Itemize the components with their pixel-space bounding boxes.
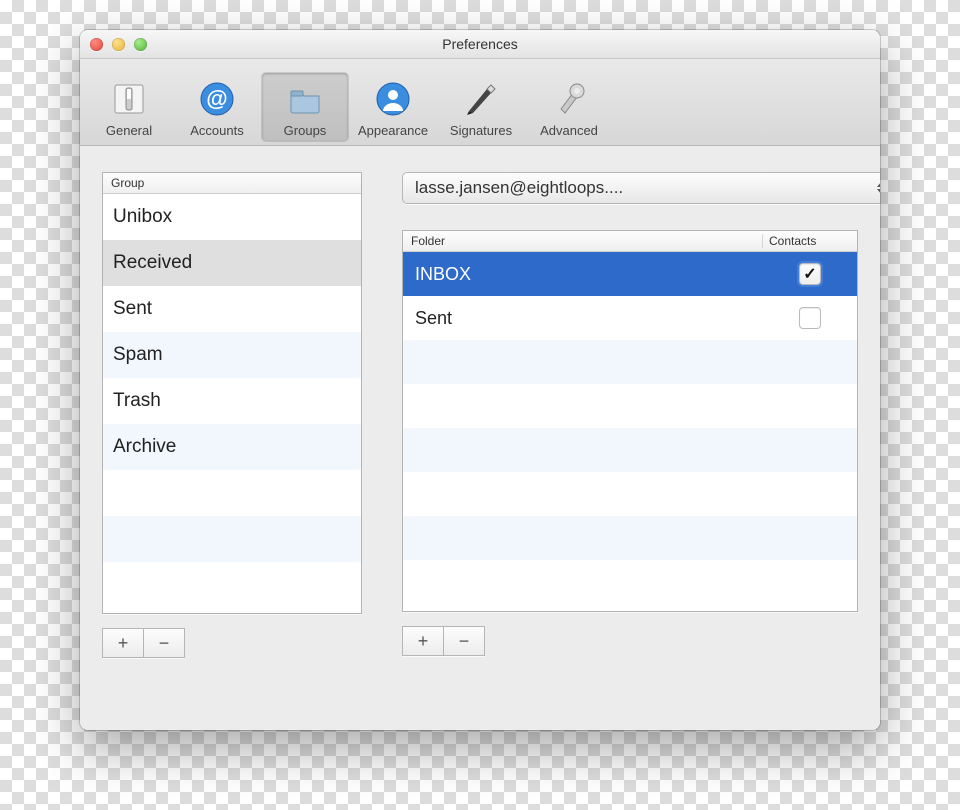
group-name: Trash xyxy=(113,390,161,412)
preferences-window: Preferences General @ Accounts Groups xyxy=(80,30,880,730)
toolbar-item-label: General xyxy=(106,123,152,138)
folder-name: INBOX xyxy=(415,264,775,285)
toolbar-item-label: Accounts xyxy=(190,123,243,138)
toolbar-item-signatures[interactable]: Signatures xyxy=(438,73,524,141)
contacts-header-label: Contacts xyxy=(762,234,849,248)
group-row[interactable]: Unibox xyxy=(103,194,361,240)
group-list-header: Group xyxy=(103,173,361,194)
folder-row[interactable]: Sent xyxy=(403,296,857,340)
groups-icon xyxy=(285,77,325,121)
zoom-window-button[interactable] xyxy=(134,38,147,51)
window-controls xyxy=(80,38,147,51)
group-row[interactable]: Trash xyxy=(103,378,361,424)
folder-row-empty xyxy=(403,428,857,472)
group-name: Spam xyxy=(113,344,163,366)
group-row[interactable]: Archive xyxy=(103,424,361,470)
toolbar-item-label: Appearance xyxy=(358,123,428,138)
accounts-icon: @ xyxy=(197,77,237,121)
toolbar-item-appearance[interactable]: Appearance xyxy=(350,73,436,141)
toolbar-item-general[interactable]: General xyxy=(86,73,172,141)
group-row[interactable]: Spam xyxy=(103,332,361,378)
contacts-checkbox[interactable] xyxy=(799,307,821,329)
account-select[interactable]: lasse.jansen@eightloops.... xyxy=(402,172,880,204)
remove-group-button[interactable]: − xyxy=(144,628,185,658)
account-select-value: lasse.jansen@eightloops.... xyxy=(415,178,623,198)
folder-row-empty xyxy=(403,384,857,428)
close-window-button[interactable] xyxy=(90,38,103,51)
folder-table: Folder Contacts INBOX Sent xyxy=(402,230,858,612)
toolbar-item-label: Groups xyxy=(284,123,327,138)
toolbar-item-advanced[interactable]: Advanced xyxy=(526,73,612,141)
add-folder-button[interactable]: + xyxy=(402,626,444,656)
toolbar-item-groups[interactable]: Groups xyxy=(262,73,348,141)
add-group-button[interactable]: + xyxy=(102,628,144,658)
appearance-icon xyxy=(373,77,413,121)
folder-header-label: Folder xyxy=(411,234,762,248)
group-name: Sent xyxy=(113,298,152,320)
remove-folder-button[interactable]: − xyxy=(444,626,485,656)
popup-arrows-icon xyxy=(877,179,880,197)
folder-row-empty xyxy=(403,560,857,604)
plus-icon: + xyxy=(418,631,429,652)
toolbar-item-accounts[interactable]: @ Accounts xyxy=(174,73,260,141)
folder-table-header: Folder Contacts xyxy=(403,231,857,252)
folder-row-empty xyxy=(403,472,857,516)
window-title: Preferences xyxy=(80,36,880,52)
folder-name: Sent xyxy=(415,308,775,329)
content-area: Group Unibox Received Sent Spam Trash Ar… xyxy=(80,146,880,730)
group-row-empty xyxy=(103,562,361,608)
svg-text:@: @ xyxy=(206,86,227,111)
group-row-empty xyxy=(103,470,361,516)
minus-icon: − xyxy=(159,633,170,654)
group-row[interactable]: Received xyxy=(103,240,361,286)
toolbar-item-label: Signatures xyxy=(450,123,512,138)
group-name: Unibox xyxy=(113,206,172,228)
general-icon xyxy=(109,77,149,121)
minimize-window-button[interactable] xyxy=(112,38,125,51)
signatures-icon xyxy=(461,77,501,121)
group-name: Received xyxy=(113,252,192,274)
plus-icon: + xyxy=(118,633,129,654)
group-row-empty xyxy=(103,516,361,562)
folder-row-empty xyxy=(403,516,857,560)
toolbar-item-label: Advanced xyxy=(540,123,598,138)
advanced-icon xyxy=(549,77,589,121)
titlebar: Preferences xyxy=(80,30,880,59)
group-list: Group Unibox Received Sent Spam Trash Ar… xyxy=(102,172,362,614)
preferences-toolbar: General @ Accounts Groups Appearance xyxy=(80,59,880,146)
group-header-label: Group xyxy=(111,176,353,190)
group-name: Archive xyxy=(113,436,176,458)
minus-icon: − xyxy=(459,631,470,652)
group-row[interactable]: Sent xyxy=(103,286,361,332)
folder-row[interactable]: INBOX xyxy=(403,252,857,296)
folder-row-empty xyxy=(403,340,857,384)
contacts-checkbox[interactable] xyxy=(799,263,821,285)
